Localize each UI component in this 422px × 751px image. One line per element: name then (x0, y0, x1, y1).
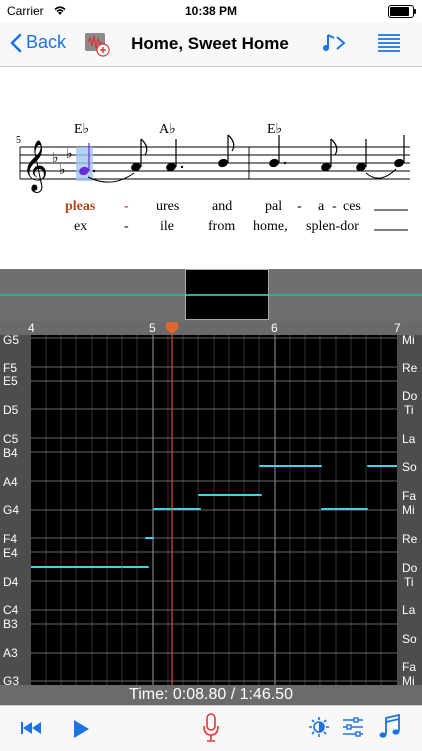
lyric-syllable-current: pleas (65, 199, 96, 214)
list-icon[interactable] (377, 33, 401, 60)
back-button[interactable]: Back (10, 32, 66, 53)
chord-symbol: E♭ (74, 122, 90, 137)
solfege-label: Mi (402, 503, 415, 517)
lyric-syllable: a (318, 199, 325, 214)
solfege-label: Re (402, 361, 418, 375)
svg-text:𝄞: 𝄞 (22, 140, 48, 193)
solfege-label: Do (402, 561, 418, 575)
lyric-hyphen: - (124, 219, 129, 234)
time-ruler[interactable]: 4 5 6 7 (0, 321, 422, 335)
solfege-label: Mi (402, 335, 415, 347)
pitch-label: D4 (3, 575, 19, 589)
solfege-label: La (402, 432, 416, 446)
solfege-label: Fa (402, 660, 417, 674)
navigation-bar: Back Home, Sweet Home (0, 22, 422, 67)
pitch-label: A3 (3, 646, 18, 660)
chord-symbol: A♭ (159, 122, 176, 137)
solfege-label: Ti (404, 403, 414, 417)
pitch-plot-area (30, 335, 398, 685)
microphone-icon[interactable] (201, 713, 221, 748)
pitch-plot-svg (30, 335, 398, 685)
lyric-syllable: ile (160, 219, 174, 234)
chord-symbol: E♭ (267, 122, 283, 137)
pitch-label: C4 (3, 603, 19, 617)
rewind-icon[interactable] (20, 720, 44, 741)
overview-strip[interactable] (0, 269, 422, 321)
pitch-label: G5 (3, 335, 20, 347)
lyric-hyphen: - (124, 199, 129, 214)
ruler-mark: 5 (149, 321, 156, 335)
viewport-pitch-line (186, 294, 268, 296)
overview-viewport-window[interactable] (185, 269, 269, 320)
measure-number: 5 (16, 135, 21, 146)
pitch-label: G3 (3, 674, 20, 685)
lyric-syllable: ex (74, 219, 88, 234)
pitch-label: B4 (3, 446, 18, 460)
ruler-mark: 6 (271, 321, 278, 335)
time-readout: Time: 0:08.80 / 1:46.50 (0, 685, 422, 705)
pitch-label: C5 (3, 432, 19, 446)
chevron-left-icon (10, 33, 22, 52)
lyric-syllable: pal (265, 199, 283, 214)
bottom-toolbar (0, 705, 422, 751)
svg-text:♭: ♭ (52, 150, 59, 166)
pitch-label: E4 (3, 546, 18, 560)
solfege-label: So (402, 632, 417, 646)
svg-text:♭: ♭ (59, 162, 66, 178)
pitch-label: G4 (3, 503, 20, 517)
pitch-label: A4 (3, 475, 18, 489)
pitch-graph[interactable]: G5 F5 E5 D5 C5 B4 A4 G4 F4 E4 D4 C4 B3 A… (0, 335, 422, 685)
pitch-label: F5 (3, 361, 18, 375)
solfege-label: Fa (402, 489, 417, 503)
lyric-syllable: home, (253, 219, 288, 234)
battery-icon (388, 5, 416, 18)
lyric-syllable: ures (156, 199, 180, 214)
lyric-hyphen: - (332, 199, 337, 214)
lyric-syllable: splen-dor (306, 219, 359, 234)
pitch-label: F4 (3, 532, 18, 546)
lyric-syllable: ces (343, 199, 361, 214)
solfege-label: So (402, 460, 417, 474)
page-title: Home, Sweet Home (131, 34, 289, 53)
back-label: Back (26, 32, 67, 52)
lyric-syllable: and (212, 199, 233, 214)
score-view[interactable]: 𝄞 ♭ ♭ ♭ 5 E♭ A♭ E♭ pleas - ures and pal … (0, 67, 422, 269)
svg-text:♭: ♭ (66, 146, 73, 162)
solfege-label: Do (402, 389, 418, 403)
playhead-marker-icon[interactable] (165, 321, 179, 335)
ruler-mark: 4 (28, 321, 35, 335)
brightness-icon[interactable] (308, 716, 330, 743)
pitch-label: D5 (3, 403, 19, 417)
music-notes-icon[interactable] (378, 713, 402, 745)
staff-notation: 𝄞 ♭ ♭ ♭ (19, 134, 410, 231)
play-icon[interactable] (72, 718, 90, 745)
solfege-label: Ti (404, 575, 414, 589)
lyric-hyphen: - (297, 199, 302, 214)
solfege-label: Mi (402, 674, 415, 685)
waveform-add-icon[interactable] (84, 31, 110, 62)
status-time: 10:38 PM (184, 4, 238, 18)
solfege-label: Re (402, 532, 418, 546)
pitch-label: B3 (3, 617, 18, 631)
solfege-label: La (402, 603, 416, 617)
ruler-mark: 7 (394, 321, 401, 335)
sliders-icon[interactable] (342, 716, 364, 743)
status-bar: Carrier 10:38 PM (0, 0, 422, 22)
lyric-syllable: from (208, 219, 236, 234)
pitch-label: E5 (3, 374, 18, 388)
note-speed-icon[interactable] (322, 31, 350, 60)
